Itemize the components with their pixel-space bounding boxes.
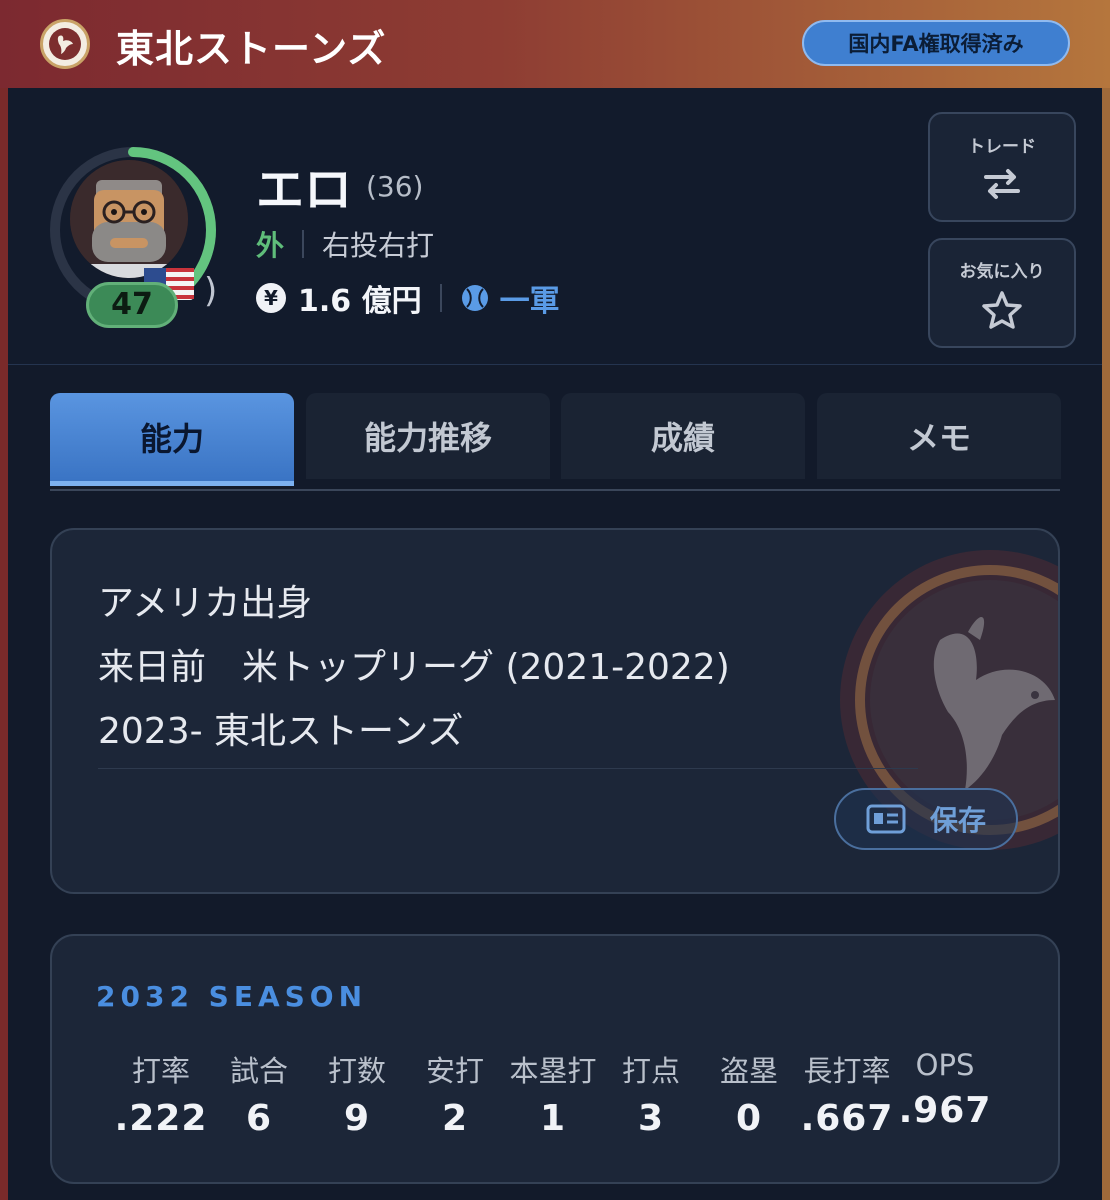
roster-level: 一軍 bbox=[499, 284, 560, 319]
stat-column: 安打 2 bbox=[406, 1048, 504, 1139]
position-handedness-row: 外 右投右打 bbox=[256, 224, 434, 264]
stat-value: 1 bbox=[539, 1098, 567, 1139]
stat-value: 3 bbox=[637, 1098, 665, 1139]
save-label: 保存 bbox=[929, 804, 986, 837]
yen-icon: ¥ bbox=[256, 283, 286, 313]
team-header: 東北ストーンズ 国内FA権取得済み bbox=[0, 0, 1110, 88]
stat-column: 打率 .222 bbox=[112, 1048, 210, 1139]
star-icon bbox=[982, 290, 1022, 329]
salary-level-row: ¥ 1.6 億円 一軍 bbox=[256, 276, 560, 320]
baseball-icon bbox=[461, 285, 488, 311]
player-profile: 47 ) エロ (36) 外 右投右打 ¥ 1.6 億円 一軍 トレード お気に… bbox=[8, 88, 1102, 365]
stat-value: .667 bbox=[800, 1098, 894, 1139]
stat-label: 打点 bbox=[621, 1054, 680, 1088]
favorite-label: お気に入り bbox=[959, 261, 1045, 282]
stat-value: 9 bbox=[343, 1098, 371, 1139]
stat-column: 打点 3 bbox=[602, 1048, 700, 1139]
salary-value: 1.6 億円 bbox=[298, 284, 422, 319]
stat-label: 安打 bbox=[425, 1054, 484, 1088]
tab-ability-trend[interactable]: 能力推移 bbox=[306, 393, 550, 479]
current-team-line: 2023- 東北ストーンズ bbox=[98, 711, 464, 752]
stat-value: 0 bbox=[735, 1098, 763, 1139]
stat-column: OPS .967 bbox=[896, 1048, 994, 1131]
save-button[interactable]: 保存 bbox=[834, 788, 1018, 850]
stat-column: 長打率 .667 bbox=[798, 1048, 896, 1139]
stat-label: 本塁打 bbox=[509, 1054, 597, 1088]
stat-value: .222 bbox=[114, 1098, 208, 1139]
stat-value: 2 bbox=[441, 1098, 469, 1139]
fa-status-badge: 国内FA権取得済み bbox=[802, 20, 1070, 66]
stat-label: 打数 bbox=[327, 1054, 386, 1088]
season-title: 2032 SEASON bbox=[96, 980, 368, 1013]
stat-label: 盗塁 bbox=[719, 1054, 778, 1088]
tab-stats[interactable]: 成績 bbox=[561, 393, 805, 479]
tab-memo[interactable]: メモ bbox=[817, 393, 1061, 479]
divider bbox=[98, 768, 918, 769]
swap-icon bbox=[984, 168, 1020, 199]
id-card-icon bbox=[866, 804, 906, 834]
handedness-label: 右投右打 bbox=[322, 229, 435, 262]
stat-label: 試合 bbox=[229, 1054, 288, 1088]
player-age: (36) bbox=[366, 170, 424, 203]
favorite-button[interactable]: お気に入り bbox=[928, 238, 1076, 348]
trade-label: トレード bbox=[968, 136, 1036, 157]
stat-label: 打率 bbox=[131, 1054, 190, 1088]
position-label: 外 bbox=[256, 229, 285, 262]
tab-bar: 能力 能力推移 成績 メモ bbox=[50, 393, 1061, 491]
stat-label: 長打率 bbox=[803, 1054, 891, 1088]
stat-column: 盗塁 0 bbox=[700, 1048, 798, 1139]
trade-button[interactable]: トレード bbox=[928, 112, 1076, 222]
stat-label: OPS bbox=[915, 1048, 975, 1082]
career-info-card: アメリカ出身 来日前 米トップリーグ (2021-2022) 2023- 東北ス… bbox=[50, 528, 1060, 894]
player-panel: 47 ) エロ (36) 外 右投右打 ¥ 1.6 億円 一軍 トレード お気に… bbox=[8, 88, 1102, 1200]
pre-japan-career-line: 来日前 米トップリーグ (2021-2022) bbox=[98, 647, 730, 688]
team-logo-icon bbox=[40, 19, 90, 69]
divider bbox=[302, 230, 305, 258]
uniform-number-badge: 47 bbox=[86, 282, 178, 328]
stat-column: 試合 6 bbox=[210, 1048, 308, 1139]
origin-line: アメリカ出身 bbox=[98, 583, 313, 624]
stat-column: 本塁打 1 bbox=[504, 1048, 602, 1139]
stat-value: 6 bbox=[245, 1098, 273, 1139]
season-stats-card: 2032 SEASON 打率 .222 試合 6 打数 9 安打 2 本塁打 1 打点 3 盗塁 0 長打率… bbox=[50, 934, 1060, 1184]
player-name: エロ bbox=[256, 162, 353, 218]
avatar-bracket: ) bbox=[204, 271, 218, 311]
app-frame: 東北ストーンズ 国内FA権取得済み 47) エロ (36) 外 右投右打 ¥ … bbox=[0, 0, 1110, 1200]
stat-column: 打数 9 bbox=[308, 1048, 406, 1139]
player-avatar bbox=[70, 160, 188, 278]
divider bbox=[439, 284, 442, 312]
team-name: 東北ストーンズ bbox=[116, 27, 387, 71]
tab-ability[interactable]: 能力 bbox=[50, 393, 294, 486]
stat-value: .967 bbox=[898, 1090, 992, 1131]
